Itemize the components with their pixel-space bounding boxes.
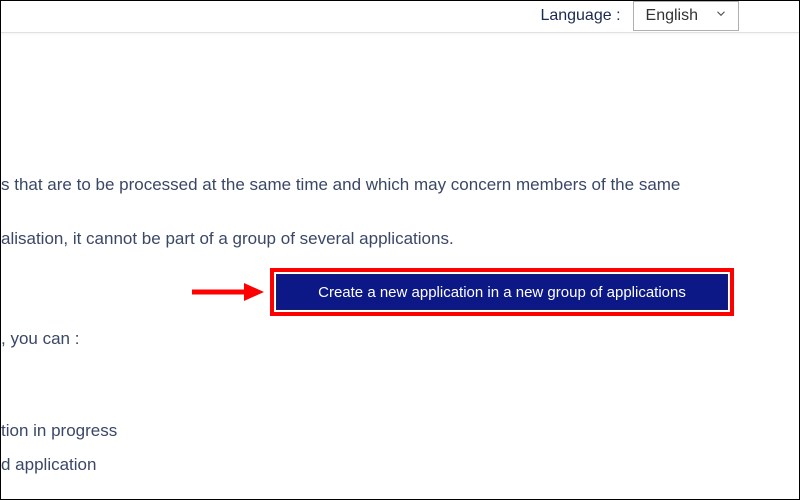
annotation-highlight-box: Create a new application in a new group … [270,268,734,316]
body-text-line-5: d application [1,453,96,477]
language-value: English [646,7,698,25]
annotation-arrow-icon [190,281,264,303]
body-text-line-3: , you can : [1,327,79,351]
chevron-down-icon [714,7,728,26]
body-text-line-1: s that are to be processed at the same t… [1,173,680,197]
body-text-line-2: alisation, it cannot be part of a group … [1,227,454,251]
language-select[interactable]: English [633,1,739,31]
body-text-line-4: tion in progress [1,419,117,443]
language-label: Language : [540,7,620,25]
create-application-button[interactable]: Create a new application in a new group … [276,274,728,310]
top-bar: Language : English [1,1,799,33]
language-selector-wrap: Language : English [540,1,739,31]
